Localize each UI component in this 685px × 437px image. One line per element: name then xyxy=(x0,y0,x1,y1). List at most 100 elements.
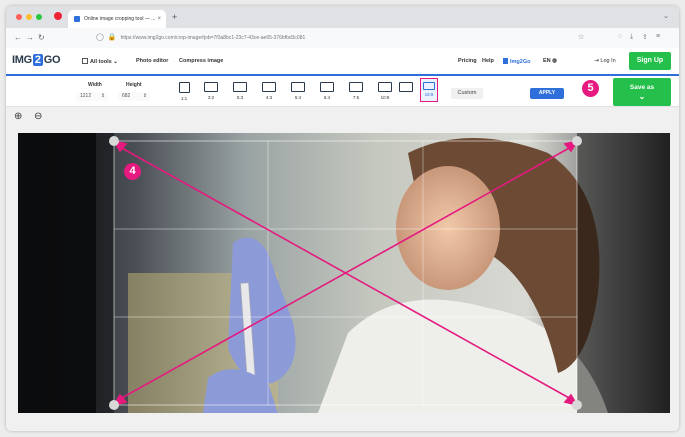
menu-icon[interactable]: ≡ xyxy=(656,33,660,40)
login-label: Log In xyxy=(600,58,616,64)
title-bar: Online image cropping tool — ... × + ⌄ xyxy=(6,6,679,28)
help-link[interactable]: Help xyxy=(482,58,494,64)
photo-editor-link[interactable]: Photo editor xyxy=(136,58,168,64)
browser-window: Online image cropping tool — ... × + ⌄ ←… xyxy=(6,6,679,431)
navigation-bar: ← → ↻ ◯ 🔒 https://www.img2go.com/crop-imag… xyxy=(6,28,679,49)
ratio-10-8-extra[interactable] xyxy=(397,82,415,92)
chevron-down-icon: ⌄ xyxy=(638,92,646,101)
forward-icon[interactable]: → xyxy=(26,33,34,42)
all-tools-label: All tools xyxy=(90,59,112,65)
width-input[interactable]: 1212 ⇕ xyxy=(76,92,108,101)
ratio-label: 6:4 xyxy=(323,95,331,100)
tab-title: Online image cropping tool — ... xyxy=(84,16,156,22)
rectangle-icon xyxy=(399,82,413,92)
pricing-link[interactable]: Pricing xyxy=(458,58,477,64)
maximize-window-button[interactable] xyxy=(36,14,42,20)
login-icon: ⇥ xyxy=(594,58,599,64)
new-tab-button[interactable]: + xyxy=(172,12,177,22)
ratio-label: 1:1 xyxy=(180,96,188,101)
rectangle-icon xyxy=(204,82,218,92)
crop-handle-bottom-left[interactable] xyxy=(109,400,119,410)
custom-ratio-button[interactable]: Custom xyxy=(451,88,483,99)
rectangle-icon xyxy=(262,82,276,92)
ratio-label: 7:5 xyxy=(352,95,360,100)
ratio-label: 4:3 xyxy=(265,95,273,100)
ratio-label: 16:9 xyxy=(424,92,434,97)
window-controls xyxy=(16,14,42,20)
account-icon xyxy=(503,58,508,64)
language-selector[interactable]: EN ◍ xyxy=(543,58,557,64)
img2go-logo[interactable]: IMG 2 GO xyxy=(12,54,61,66)
crop-mask-right xyxy=(577,133,670,413)
height-input[interactable]: 682 ⇕ xyxy=(118,92,150,101)
ratio-16-9-selected[interactable]: 16:9 xyxy=(420,78,438,102)
rectangle-icon xyxy=(349,82,363,92)
globe-icon: ◍ xyxy=(552,58,557,64)
shield-outline-icon: ◯ xyxy=(96,34,104,41)
annotation-badge-4: 4 xyxy=(124,163,141,180)
logo-text-2: 2 xyxy=(32,54,43,66)
img2go-account-link[interactable]: Img2Go xyxy=(503,58,530,65)
download-icon[interactable]: ⤓ xyxy=(630,33,633,41)
stepper-icon[interactable]: ⇕ xyxy=(101,92,105,101)
shield-icon xyxy=(54,12,62,20)
login-button[interactable]: ⇥ Log In xyxy=(588,54,622,68)
annotation-badge-5: 5 xyxy=(582,80,599,97)
crop-handle-bottom-right[interactable] xyxy=(572,400,582,410)
zoom-out-icon[interactable]: ⊖ xyxy=(34,111,42,122)
logo-text-img: IMG xyxy=(12,54,32,66)
chevron-down-icon: ⌄ xyxy=(113,59,118,65)
tab-close-icon[interactable]: × xyxy=(157,16,161,22)
ratio-label: 3:2 xyxy=(207,95,215,100)
site-header: IMG 2 GO All tools ⌄ Photo editor Compress… xyxy=(6,48,679,76)
width-value: 1212 xyxy=(80,93,92,99)
compress-image-link[interactable]: Compress image xyxy=(179,58,223,64)
logo-text-go: GO xyxy=(43,54,61,66)
back-icon[interactable]: ← xyxy=(14,33,22,42)
ratio-7-5[interactable]: 7:5 xyxy=(347,82,365,100)
wide-rectangle-icon xyxy=(423,82,435,90)
rectangle-icon xyxy=(378,82,392,92)
grid-icon xyxy=(82,58,88,64)
ratio-label: 5:3 xyxy=(236,95,244,100)
signup-button[interactable]: Sign Up xyxy=(629,52,671,70)
ratio-6-4[interactable]: 6:4 xyxy=(318,82,336,100)
tab-list-button[interactable]: ⌄ xyxy=(663,12,669,20)
face xyxy=(396,166,500,290)
apply-button[interactable]: APPLY xyxy=(530,88,564,99)
stepper-icon[interactable]: ⇕ xyxy=(143,92,147,101)
language-label: EN xyxy=(543,58,551,64)
bookmark-star-icon[interactable]: ☆ xyxy=(578,33,584,41)
ratio-4-3[interactable]: 4:3 xyxy=(260,82,278,100)
square-icon xyxy=(178,82,190,93)
crop-mask-left xyxy=(18,133,114,413)
crop-handle-top-left[interactable] xyxy=(109,136,119,146)
ratio-5-4[interactable]: 5:4 xyxy=(289,82,307,100)
close-window-button[interactable] xyxy=(16,14,22,20)
ratio-3-2[interactable]: 3:2 xyxy=(202,82,220,100)
favicon-icon xyxy=(74,16,80,22)
ratio-label: 10:8 xyxy=(380,95,390,100)
save-as-button[interactable]: Save as ⌄ xyxy=(613,78,671,106)
ratio-5-3[interactable]: 5:3 xyxy=(231,82,249,100)
photo-canvas[interactable]: 4 xyxy=(18,133,670,413)
url-text: https://www.img2go.com/crop-image#job=7f… xyxy=(120,35,306,41)
ratio-10-8[interactable]: 10:8 xyxy=(376,82,394,100)
rectangle-icon xyxy=(320,82,334,92)
reload-icon[interactable]: ↻ xyxy=(38,33,45,42)
crop-handle-top-right[interactable] xyxy=(572,136,582,146)
minimize-window-button[interactable] xyxy=(26,14,32,20)
crop-workspace: ⊕ ⊖ 4 xyxy=(6,107,679,431)
browser-tab[interactable]: Online image cropping tool — ... × xyxy=(68,10,166,28)
img2go-label: Img2Go xyxy=(510,59,531,65)
save-as-label: Save as xyxy=(629,84,655,91)
ratio-1-1[interactable]: 1:1 xyxy=(175,82,193,101)
extensions-icon[interactable]: ◌ xyxy=(618,33,622,40)
share-icon[interactable]: ⇪ xyxy=(642,33,648,41)
address-bar[interactable]: ◯ 🔒 https://www.img2go.com/crop-image#job=… xyxy=(96,32,576,44)
height-value: 682 xyxy=(122,93,131,99)
ratio-label: 5:4 xyxy=(294,95,302,100)
all-tools-menu[interactable]: All tools ⌄ xyxy=(82,58,118,65)
zoom-in-icon[interactable]: ⊕ xyxy=(14,111,22,122)
rectangle-icon xyxy=(291,82,305,92)
